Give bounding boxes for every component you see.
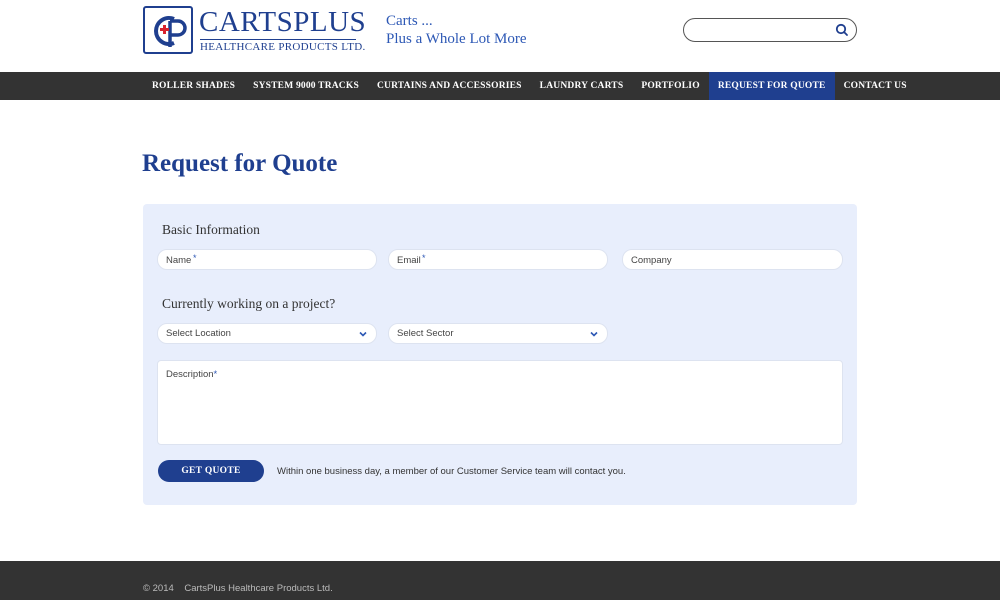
logo-divider — [200, 39, 356, 40]
site-logo[interactable]: CARTSPLUS HEALTHCARE PRODUCTS LTD. — [143, 6, 366, 56]
tagline-line-2: Plus a Whole Lot More — [386, 31, 527, 47]
logo-mark-icon — [143, 6, 193, 54]
response-notice: Within one business day, a member of our… — [277, 466, 626, 477]
project-heading: Currently working on a project? — [162, 296, 336, 311]
nav-item-contact-us[interactable]: CONTACT US — [835, 72, 916, 100]
chevron-down-icon — [359, 331, 367, 337]
site-header: CARTSPLUS HEALTHCARE PRODUCTS LTD. Carts… — [0, 0, 1000, 72]
email-field[interactable]: * — [388, 249, 608, 270]
logo-name: CARTSPLUS — [199, 6, 367, 38]
location-select[interactable]: Select Location — [157, 323, 377, 344]
sector-select-value: Select Sector — [397, 328, 454, 339]
nav-item-roller-shades[interactable]: ROLLER SHADES — [143, 72, 244, 100]
search-icon[interactable] — [834, 22, 850, 38]
quote-form: Basic Information * * Currently working … — [143, 204, 857, 505]
nav-item-request-for-quote[interactable]: REQUEST FOR QUOTE — [708, 72, 835, 100]
nav-item-laundry-carts[interactable]: LAUNDRY CARTS — [531, 72, 633, 100]
chevron-down-icon — [590, 331, 598, 337]
basic-information-heading: Basic Information — [162, 222, 260, 237]
sector-select[interactable]: Select Sector — [388, 323, 608, 344]
logo-subtitle: HEALTHCARE PRODUCTS LTD. — [200, 41, 366, 53]
description-textarea[interactable]: Description* — [157, 360, 843, 445]
email-input[interactable] — [397, 252, 599, 268]
main-nav: ROLLER SHADES SYSTEM 9000 TRACKS CURTAIN… — [0, 72, 1000, 100]
tagline-line-1: Carts ... — [386, 13, 433, 29]
tagline: Carts ... Plus a Whole Lot More — [386, 12, 527, 48]
description-label: Description* — [166, 369, 218, 380]
name-required-mark: * — [193, 253, 197, 263]
get-quote-button[interactable]: GET QUOTE — [158, 460, 264, 482]
location-select-value: Select Location — [166, 328, 231, 339]
page-title: Request for Quote — [142, 150, 338, 177]
name-field[interactable]: * — [157, 249, 377, 270]
search-input[interactable] — [694, 22, 834, 38]
footer-copyright: © 2014 CartsPlus Healthcare Products Ltd… — [143, 583, 333, 594]
company-input[interactable] — [631, 252, 834, 268]
nav-item-portfolio[interactable]: PORTFOLIO — [632, 72, 708, 100]
company-field[interactable] — [622, 249, 843, 270]
email-required-mark: * — [422, 253, 426, 263]
search-box — [683, 18, 857, 42]
nav-item-curtains-and-accessories[interactable]: CURTAINS AND ACCESSORIES — [368, 72, 531, 100]
site-footer: © 2014 CartsPlus Healthcare Products Ltd… — [0, 561, 1000, 600]
nav-item-system-9000-tracks[interactable]: SYSTEM 9000 TRACKS — [244, 72, 368, 100]
